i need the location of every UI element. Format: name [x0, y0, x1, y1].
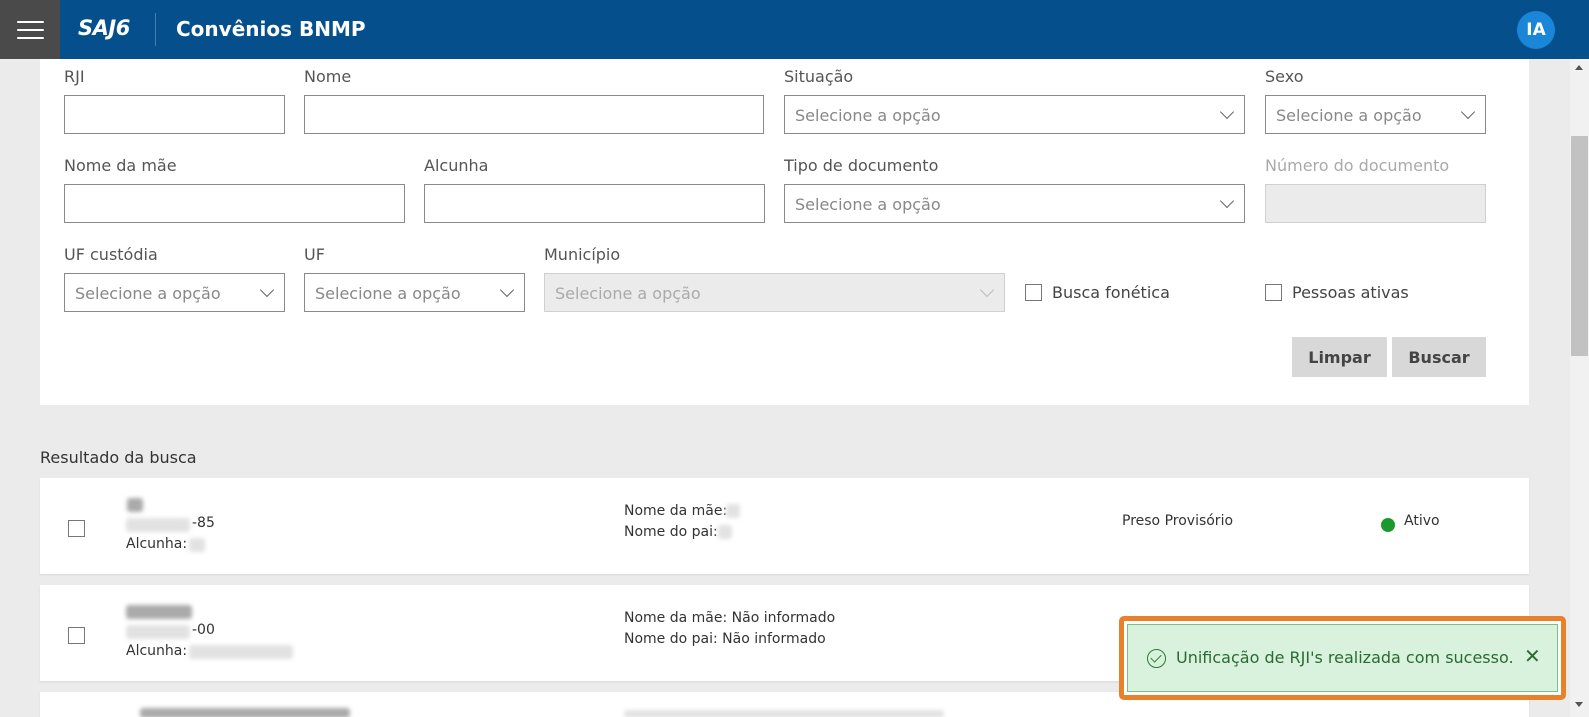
- toast-message: Unificação de RJI's realizada com sucess…: [1176, 648, 1514, 667]
- situacao-value: Selecione a opção: [795, 106, 941, 125]
- hamburger-menu-icon[interactable]: [0, 0, 60, 59]
- tipo-documento-label: Tipo de documento: [784, 156, 939, 175]
- scroll-down-icon[interactable]: [1575, 702, 1583, 707]
- sexo-label: Sexo: [1265, 67, 1304, 86]
- nome-mae-text: Nome da mãe:: [624, 503, 728, 519]
- numero-documento-label: Número do documento: [1265, 156, 1450, 175]
- scroll-thumb[interactable]: [1571, 136, 1588, 356]
- status-dot-icon: [1381, 518, 1395, 532]
- uf-value: Selecione a opção: [315, 284, 461, 303]
- nome-pai-text: Nome do pai: Não informado: [624, 631, 826, 647]
- chevron-down-icon: [1460, 104, 1476, 120]
- nome-input[interactable]: [304, 95, 764, 134]
- alcunha-label: Alcunha:: [126, 536, 188, 552]
- row-checkbox[interactable]: [68, 627, 85, 644]
- pessoas-ativas-label[interactable]: Pessoas ativas: [1292, 283, 1409, 302]
- situacao-text: Preso Provisório: [1122, 513, 1234, 529]
- check-circle-icon: [1147, 649, 1166, 668]
- nome-pai-text: Nome do pai:: [624, 524, 718, 540]
- rji-suffix: -85: [192, 515, 215, 531]
- header-divider: [155, 13, 156, 46]
- table-row[interactable]: -85 Alcunha: Nome da mãe: Nome do pai: P…: [40, 478, 1529, 574]
- nome-mae-label: Nome da mãe: [64, 156, 177, 175]
- rji-input[interactable]: [64, 95, 285, 134]
- status-badge: Ativo: [1404, 513, 1440, 529]
- situacao-select[interactable]: Selecione a opção: [784, 95, 1245, 134]
- uf-custodia-value: Selecione a opção: [75, 284, 221, 303]
- person-name-redacted: [140, 708, 350, 717]
- chevron-down-icon: [1219, 193, 1235, 209]
- alcunha-label: Alcunha: [424, 156, 489, 175]
- nome-mae-redacted: [726, 504, 740, 518]
- alcunha-label: Alcunha:: [126, 643, 188, 659]
- uf-custodia-select[interactable]: Selecione a opção: [64, 273, 285, 312]
- success-toast: Unificação de RJI's realizada com sucess…: [1127, 624, 1558, 692]
- nome-pai-redacted: [718, 525, 732, 539]
- chevron-down-icon: [1219, 104, 1235, 120]
- sexo-select[interactable]: Selecione a opção: [1265, 95, 1486, 134]
- buscar-button[interactable]: Buscar: [1392, 337, 1486, 377]
- search-filter-panel: RJI Nome Situação Selecione a opção Sexo…: [40, 59, 1529, 405]
- rji-label: RJI: [64, 67, 85, 86]
- chevron-down-icon: [499, 282, 515, 298]
- nome-mae-text: Nome da mãe: Não informado: [624, 610, 836, 626]
- rji-suffix: -00: [192, 622, 215, 638]
- chevron-down-icon: [259, 282, 275, 298]
- page-scrollbar[interactable]: [1570, 59, 1589, 717]
- busca-fonetica-checkbox[interactable]: [1025, 284, 1042, 301]
- pessoas-ativas-checkbox[interactable]: [1265, 284, 1282, 301]
- top-bar: SAJ6 Convênios BNMP IA: [0, 0, 1589, 59]
- alcunha-redacted: [189, 538, 205, 552]
- tipo-documento-select[interactable]: Selecione a opção: [784, 184, 1245, 223]
- uf-select[interactable]: Selecione a opção: [304, 273, 525, 312]
- uf-label: UF: [304, 245, 325, 264]
- rji-redacted: [126, 625, 190, 639]
- user-avatar[interactable]: IA: [1517, 11, 1555, 49]
- tipo-documento-value: Selecione a opção: [795, 195, 941, 214]
- municipio-select: Selecione a opção: [544, 273, 1005, 312]
- person-name-redacted: [126, 605, 192, 619]
- results-title: Resultado da busca: [40, 448, 197, 467]
- nome-label: Nome: [304, 67, 352, 86]
- app-logo: SAJ6: [78, 16, 130, 40]
- person-name-redacted: [127, 498, 143, 512]
- uf-custodia-label: UF custódia: [64, 245, 158, 264]
- municipio-label: Município: [544, 245, 621, 264]
- page-title: Convênios BNMP: [176, 17, 366, 41]
- busca-fonetica-label[interactable]: Busca fonética: [1052, 283, 1170, 302]
- row-checkbox[interactable]: [68, 520, 85, 537]
- close-icon[interactable]: ✕: [1524, 646, 1541, 666]
- limpar-button[interactable]: Limpar: [1292, 337, 1387, 377]
- sexo-value: Selecione a opção: [1276, 106, 1422, 125]
- chevron-down-icon: [979, 282, 995, 298]
- nome-mae-input[interactable]: [64, 184, 405, 223]
- rji-redacted: [126, 518, 190, 532]
- alcunha-input[interactable]: [424, 184, 765, 223]
- scroll-up-icon[interactable]: [1575, 65, 1583, 70]
- numero-documento-input: [1265, 184, 1486, 223]
- alcunha-redacted: [189, 645, 293, 659]
- municipio-value: Selecione a opção: [555, 284, 701, 303]
- situacao-label: Situação: [784, 67, 854, 86]
- row-text-redacted: [624, 710, 944, 717]
